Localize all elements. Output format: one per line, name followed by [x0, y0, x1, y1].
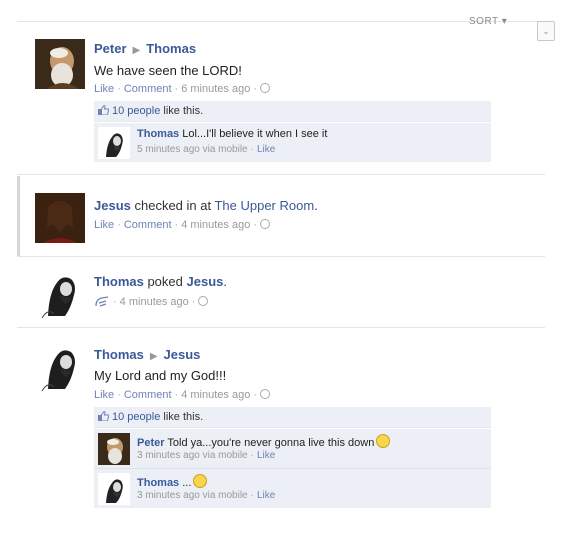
comment-author[interactable]: Thomas: [137, 477, 179, 489]
thumbs-up-icon: [98, 411, 109, 421]
sort-label[interactable]: SORT ▾: [469, 16, 507, 27]
likes-count-link[interactable]: 10 people: [112, 105, 160, 117]
place-link[interactable]: The Upper Room: [214, 198, 314, 213]
likes-count-link[interactable]: 10 people: [112, 411, 160, 423]
comment-avatar-thomas[interactable]: [98, 127, 130, 159]
target-name[interactable]: Thomas: [146, 41, 196, 56]
avatar-jesus[interactable]: [35, 193, 85, 243]
actor-name[interactable]: Jesus: [94, 198, 131, 213]
target-name[interactable]: Jesus: [164, 347, 201, 362]
checkin-text: checked in at: [130, 198, 215, 213]
comment-time: 3 minutes ago via mobile: [137, 490, 248, 501]
story-highlight-bar: [17, 176, 548, 256]
comment-text: Lol...I'll believe it when I see it: [179, 128, 328, 140]
place-suffix: .: [314, 198, 318, 213]
grimace-emoticon-icon: [193, 474, 208, 488]
actor-name[interactable]: Thomas: [94, 274, 144, 289]
likes-summary: 10 people like this.: [94, 407, 491, 428]
comment-item: Thomas ... 3 minutes ago via mobile · Like: [94, 468, 491, 508]
arrow-icon: ▶: [132, 45, 141, 56]
poke-suffix: .: [223, 274, 227, 289]
avatar-thomas[interactable]: [38, 268, 88, 318]
globe-icon: [260, 219, 270, 229]
comment-like-link[interactable]: Like: [257, 490, 275, 501]
comment-text: Told ya...you're never gonna live this d…: [164, 437, 375, 449]
arrow-icon: ▶: [149, 351, 158, 362]
likes-suffix: like this.: [160, 411, 204, 423]
actor-name[interactable]: Peter: [94, 41, 127, 56]
poke-text: poked: [143, 274, 187, 289]
feedback-box: 10 people like this. Peter Told ya...you…: [94, 407, 491, 508]
smiley-icon: [376, 434, 391, 448]
comment-link[interactable]: Comment: [124, 389, 172, 401]
timestamp[interactable]: 6 minutes ago: [181, 83, 250, 95]
actor-name[interactable]: Thomas: [94, 347, 144, 362]
feed-top-divider: [17, 21, 545, 22]
comment-author[interactable]: Peter: [137, 437, 165, 449]
comment-time: 5 minutes ago via mobile: [137, 144, 248, 155]
comment-time: 3 minutes ago via mobile: [137, 450, 248, 461]
globe-icon: [260, 83, 270, 93]
story-message: We have seen the LORD!: [94, 63, 242, 78]
comment-avatar-thomas[interactable]: [98, 473, 130, 505]
target-name[interactable]: Jesus: [187, 274, 224, 289]
like-link[interactable]: Like: [94, 219, 114, 231]
avatar-peter[interactable]: [35, 39, 85, 89]
timestamp[interactable]: 4 minutes ago: [120, 296, 189, 308]
timestamp[interactable]: 4 minutes ago: [181, 389, 250, 401]
likes-summary: 10 people like this.: [94, 101, 491, 122]
timestamp[interactable]: 4 minutes ago: [181, 219, 250, 231]
comment-item: Thomas Lol...I'll believe it when I see …: [94, 122, 491, 162]
comment-avatar-peter[interactable]: [98, 433, 130, 465]
like-link[interactable]: Like: [94, 83, 114, 95]
globe-icon: [198, 296, 209, 306]
comment-like-link[interactable]: Like: [257, 144, 275, 155]
thumbs-up-icon: [98, 105, 109, 115]
feedback-box: 10 people like this. Thomas Lol...I'll b…: [94, 101, 491, 162]
comment-link[interactable]: Comment: [124, 219, 172, 231]
comment-item: Peter Told ya...you're never gonna live …: [94, 428, 491, 468]
poke-icon: [95, 296, 109, 307]
likes-suffix: like this.: [160, 105, 204, 117]
comment-text: ...: [179, 477, 192, 489]
globe-icon: [260, 389, 270, 399]
avatar-thomas[interactable]: [38, 341, 88, 391]
comment-author[interactable]: Thomas: [137, 128, 179, 140]
comment-link[interactable]: Comment: [124, 83, 172, 95]
comment-like-link[interactable]: Like: [257, 450, 275, 461]
story-divider: [17, 174, 545, 175]
story-divider: [17, 256, 545, 257]
story-divider: [17, 327, 545, 328]
story-message: My Lord and my God!!!: [94, 368, 227, 383]
sort-dropdown-button[interactable]: ⌄: [537, 21, 555, 41]
like-link[interactable]: Like: [94, 389, 114, 401]
